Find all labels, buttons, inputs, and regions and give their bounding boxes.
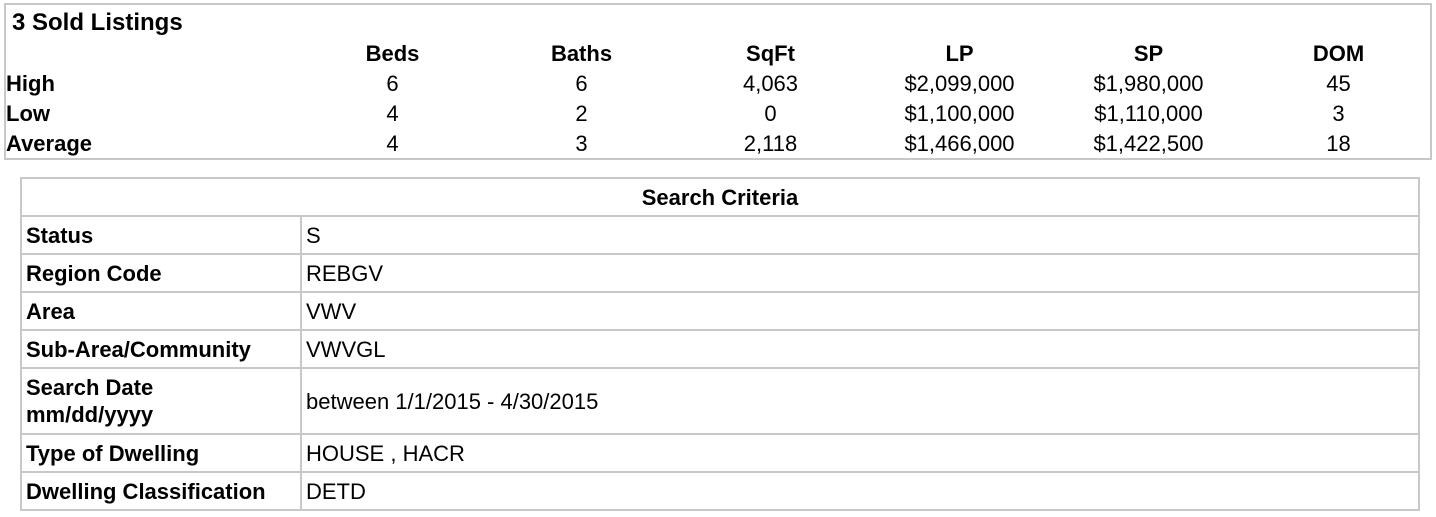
criteria-header-row: Search Criteria	[20, 177, 1420, 217]
stat-cell: 2,118	[743, 131, 798, 156]
summary-header-row: Beds Baths SqFt LP SP DOM	[6, 39, 1434, 69]
stat-cell: 18	[1326, 131, 1351, 156]
stat-cell: $1,110,000	[1094, 101, 1203, 126]
stat-cell: 3	[1332, 101, 1345, 126]
criteria-label: Region Code	[20, 253, 302, 293]
criteria-row-area: Area VWV	[20, 291, 1420, 331]
summary-row-high: High 6 6 4,063 $2,099,000 $1,980,000 45	[6, 69, 1434, 99]
row-label: High	[6, 71, 55, 96]
criteria-label: Sub-Area/Community	[20, 329, 302, 369]
stat-cell: $1,980,000	[1093, 71, 1204, 96]
criteria-row-sub-area: Sub-Area/Community VWVGL	[20, 329, 1420, 369]
stat-cell: 45	[1326, 71, 1351, 96]
criteria-label: Area	[20, 291, 302, 331]
column-header: Beds	[365, 41, 420, 66]
criteria-row-region-code: Region Code REBGV	[20, 253, 1420, 293]
summary-stats-table: Beds Baths SqFt LP SP DOM High 6 6 4,063…	[6, 39, 1434, 159]
summary-title: 3 Sold Listings	[12, 9, 183, 36]
stat-cell: 6	[386, 71, 399, 96]
summary-row-average: Average 4 3 2,118 $1,466,000 $1,422,500 …	[6, 129, 1434, 159]
criteria-row-status: Status S	[20, 215, 1420, 255]
column-header: SP	[1133, 41, 1164, 66]
criteria-label: Status	[20, 215, 302, 255]
criteria-row-search-date: Search Date mm/dd/yyyy between 1/1/2015 -…	[20, 367, 1420, 435]
criteria-value: VWV	[300, 291, 1420, 331]
stat-cell: $2,099,000	[904, 71, 1015, 96]
criteria-label: Search Date mm/dd/yyyy	[20, 367, 302, 435]
criteria-label-line: mm/dd/yyyy	[26, 402, 154, 427]
stat-cell: 4,063	[742, 71, 799, 96]
criteria-value: REBGV	[300, 253, 1420, 293]
column-header: Baths	[550, 41, 613, 66]
summary-corner-cell	[6, 39, 298, 69]
stat-cell: 2	[575, 101, 588, 126]
stat-cell: $1,422,500	[1093, 131, 1204, 156]
stat-cell: $1,466,000	[904, 131, 1015, 156]
column-header: LP	[945, 41, 974, 66]
criteria-value: between 1/1/2015 - 4/30/2015	[300, 367, 1420, 435]
criteria-row-type-of-dwelling: Type of Dwelling HOUSE , HACR	[20, 433, 1420, 473]
criteria-value: HOUSE , HACR	[300, 433, 1420, 473]
criteria-value: DETD	[300, 471, 1420, 511]
criteria-value: VWVGL	[300, 329, 1420, 369]
criteria-label: Dwelling Classification	[20, 471, 302, 511]
row-label: Average	[6, 131, 93, 156]
criteria-row-dwelling-classification: Dwelling Classification DETD	[20, 471, 1420, 511]
row-label: Low	[6, 101, 50, 126]
stat-cell: $1,100,000	[904, 101, 1015, 126]
stat-cell: 6	[575, 71, 588, 96]
column-header: SqFt	[746, 41, 795, 66]
stat-cell: 4	[386, 101, 399, 126]
criteria-label-line: Search Date	[26, 375, 154, 400]
search-criteria-table: Search Criteria Status S Region Code REB…	[20, 177, 1420, 511]
summary-row-low: Low 4 2 0 $1,100,000 $1,110,000 3	[6, 99, 1434, 129]
criteria-header: Search Criteria	[20, 177, 1420, 217]
criteria-label: Type of Dwelling	[20, 433, 302, 473]
column-header: DOM	[1312, 41, 1365, 66]
stat-cell: 3	[575, 131, 588, 156]
sold-listings-summary: 3 Sold Listings Beds Baths SqFt LP SP DO…	[4, 3, 1432, 160]
stat-cell: 4	[386, 131, 399, 156]
stat-cell: 0	[764, 101, 777, 126]
criteria-value: S	[300, 215, 1420, 255]
